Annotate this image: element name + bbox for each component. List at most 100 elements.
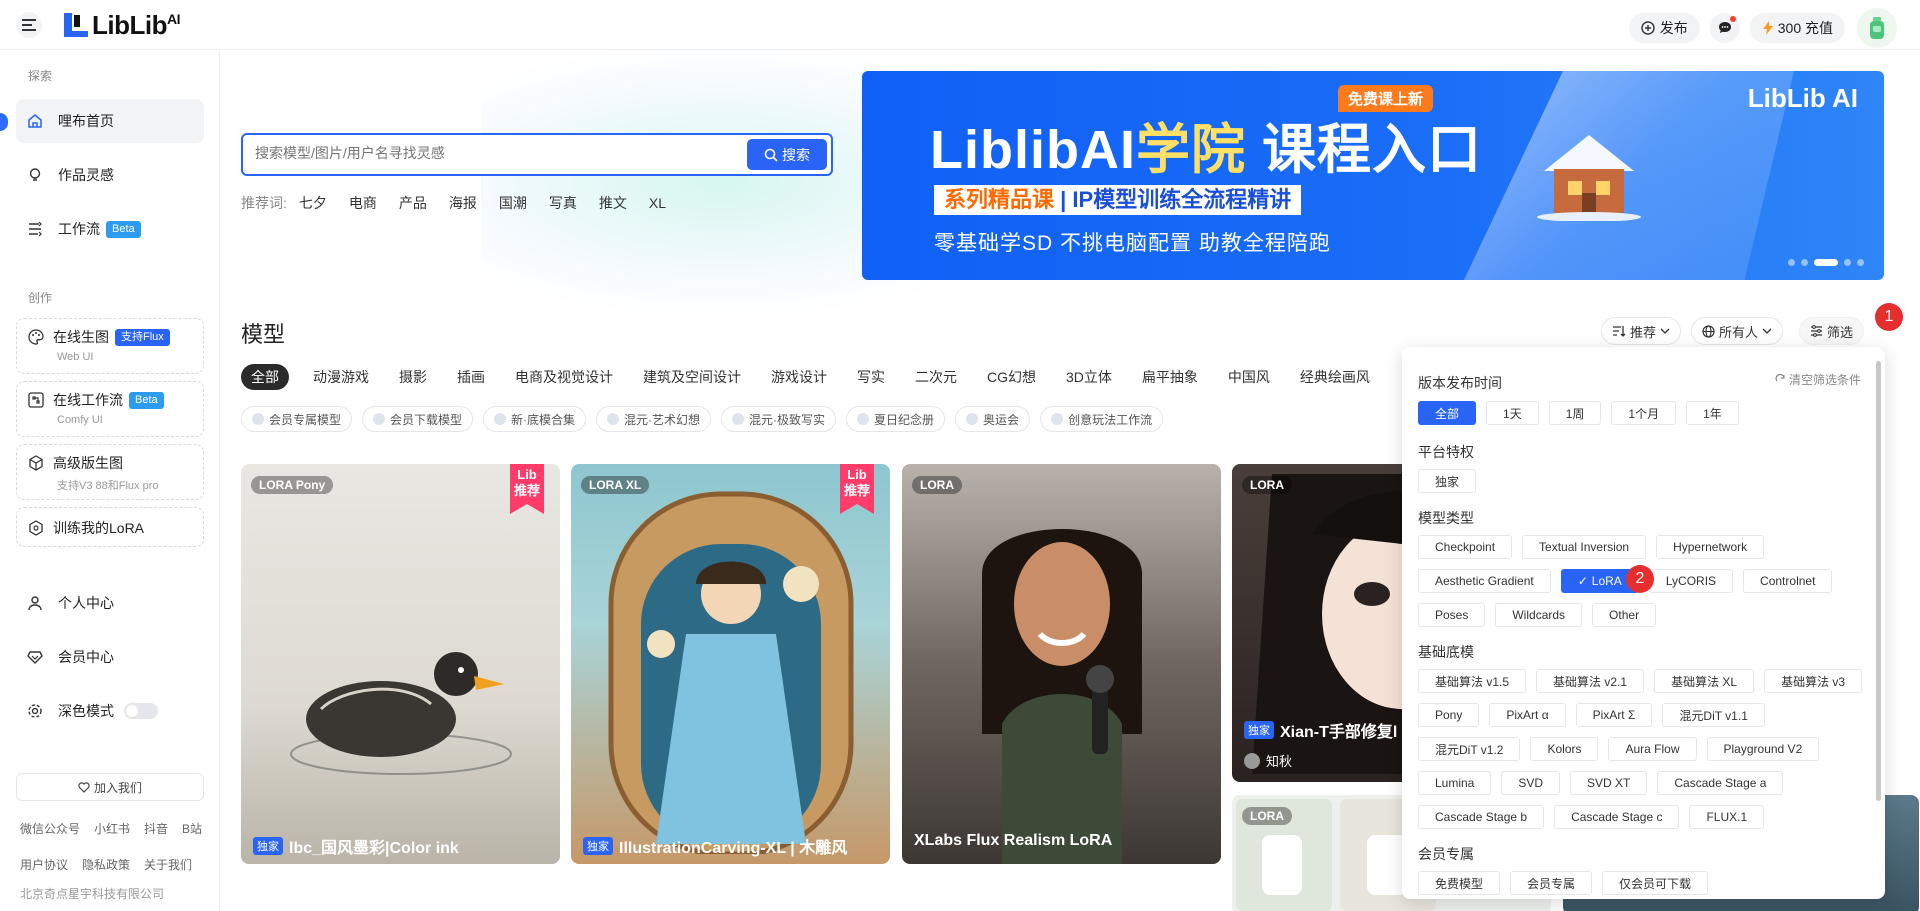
filter-option[interactable]: Other (1592, 603, 1657, 627)
filter-option[interactable]: Aura Flow (1608, 737, 1697, 761)
recommend-tag[interactable]: 产品 (399, 193, 427, 213)
topic-chip[interactable]: 混元·极致写实 (721, 406, 837, 432)
filter-option[interactable]: PixArt Σ (1575, 703, 1653, 727)
filter-option[interactable]: Cascade Stage b (1418, 805, 1545, 829)
banner-dot[interactable] (1801, 259, 1808, 266)
footer-link[interactable]: 隐私政策 (82, 856, 130, 873)
topic-chip[interactable]: 会员下载模型 (362, 406, 474, 432)
footer-link[interactable]: 微信公众号 (20, 820, 80, 837)
model-card[interactable]: LORA XL Lib 推荐 独家 IllustrationCarving-XL … (571, 464, 890, 864)
scope-dropdown[interactable]: 所有人 (1691, 317, 1784, 345)
filter-option[interactable]: 混元DiT v1.1 (1662, 703, 1765, 727)
filter-option[interactable]: 混元DiT v1.2 (1418, 737, 1521, 761)
filter-option[interactable]: 基础算法 XL (1654, 669, 1755, 693)
filter-option[interactable]: 1年 (1686, 401, 1739, 425)
message-button[interactable] (1709, 13, 1740, 43)
filter-button[interactable]: 筛选 (1799, 317, 1865, 345)
sidebar-item-personal[interactable]: 个人中心 (16, 581, 204, 625)
recommend-tag[interactable]: 海报 (449, 193, 477, 213)
category-tab-active[interactable]: 全部 (241, 364, 289, 390)
banner-dot[interactable] (1788, 259, 1795, 266)
filter-option[interactable]: Cascade Stage c (1554, 805, 1680, 829)
category-tab[interactable]: 写实 (857, 364, 885, 390)
banner-dot[interactable] (1857, 259, 1864, 266)
category-tab[interactable]: CG幻想 (987, 364, 1036, 390)
filter-option[interactable]: FLUX.1 (1689, 805, 1765, 829)
recommend-tag[interactable]: 国潮 (499, 193, 527, 213)
topic-chip[interactable]: 新·底模合集 (483, 406, 587, 432)
footer-link[interactable]: 用户协议 (20, 856, 68, 873)
publish-button[interactable]: 发布 (1628, 13, 1700, 43)
train-lora-card[interactable]: 训练我的LoRA (16, 507, 204, 547)
filter-option[interactable]: Hypernetwork (1656, 535, 1765, 559)
recommend-tag[interactable]: 电商 (349, 193, 377, 213)
sidebar-item-inspiration[interactable]: 作品灵感 (16, 153, 204, 197)
category-tab[interactable]: 插画 (457, 364, 485, 390)
menu-icon[interactable] (16, 12, 42, 38)
search-button[interactable]: 搜索 (747, 139, 827, 170)
filter-option[interactable]: Controlnet (1743, 569, 1833, 593)
recommend-tag[interactable]: 推文 (599, 193, 627, 213)
filter-option[interactable]: LyCORIS (1648, 569, 1734, 593)
sidebar-item-home[interactable]: 哩布首页 (16, 99, 204, 143)
recommend-tag[interactable]: 写真 (549, 193, 577, 213)
category-tab[interactable]: 3D立体 (1066, 364, 1112, 390)
model-card[interactable]: LORA XLabs Flux Realism LoRA (902, 464, 1221, 864)
dark-mode-toggle[interactable] (124, 703, 158, 719)
join-us-button[interactable]: 加入我们 (16, 773, 204, 801)
category-tab[interactable]: 经典绘画风 (1300, 364, 1370, 390)
recommend-tag[interactable]: XL (649, 195, 666, 211)
filter-option[interactable]: 基础算法 v2.1 (1536, 669, 1645, 693)
footer-link[interactable]: 抖音 (144, 820, 168, 837)
filter-option-selected[interactable]: 全部 (1418, 401, 1477, 425)
logo[interactable]: LibLib AI (62, 10, 180, 40)
filter-option[interactable]: 基础算法 v1.5 (1418, 669, 1527, 693)
topic-chip[interactable]: 创意玩法工作流 (1040, 406, 1164, 432)
filter-option[interactable]: 1周 (1548, 401, 1602, 425)
filter-option[interactable]: 会员专属 (1510, 871, 1593, 895)
sidebar-item-member[interactable]: 会员中心 (16, 635, 204, 679)
filter-option[interactable]: 仅会员可下载 (1602, 871, 1709, 895)
category-tab[interactable]: 建筑及空间设计 (643, 364, 741, 390)
filter-option[interactable]: 1个月 (1611, 401, 1677, 425)
banner-dot-active[interactable] (1814, 259, 1838, 266)
filter-option[interactable]: SVD (1501, 771, 1561, 795)
footer-link[interactable]: 小红书 (94, 820, 130, 837)
filter-option[interactable]: Kolors (1530, 737, 1599, 761)
footer-link[interactable]: B站 (182, 820, 202, 837)
category-tab[interactable]: 二次元 (915, 364, 957, 390)
topic-chip[interactable]: 夏日纪念册 (846, 406, 946, 432)
filter-option[interactable]: 独家 (1418, 469, 1477, 493)
filter-option[interactable]: Aesthetic Gradient (1418, 569, 1551, 593)
filter-option[interactable]: Lumina (1418, 771, 1492, 795)
promo-banner[interactable]: 免费课上新 LiblibAI学院 课程入口 系列精品课 | IP模型训练全流程精… (862, 71, 1884, 280)
category-tab[interactable]: 扁平抽象 (1142, 364, 1198, 390)
clear-filters-button[interactable]: 清空筛选条件 (1775, 371, 1861, 388)
recommend-tag[interactable]: 七夕 (299, 193, 327, 213)
filter-option[interactable]: Cascade Stage a (1657, 771, 1784, 795)
online-workflow-card[interactable]: 在线工作流 Beta Comfy UI (16, 381, 204, 437)
sidebar-item-workflow[interactable]: 工作流 Beta (16, 207, 204, 251)
topic-chip[interactable]: 奥运会 (955, 406, 1031, 432)
topic-chip[interactable]: 会员专属模型 (241, 406, 353, 432)
avatar[interactable] (1857, 8, 1897, 48)
advanced-generate-card[interactable]: 高级版生图 支持V3 88和Flux pro (16, 444, 204, 500)
filter-option[interactable]: PixArt α (1489, 703, 1566, 727)
category-tab[interactable]: 电商及视觉设计 (515, 364, 613, 390)
filter-option[interactable]: 基础算法 v3 (1764, 669, 1863, 693)
category-tab[interactable]: 游戏设计 (771, 364, 827, 390)
topic-chip[interactable]: 混元·艺术幻想 (596, 406, 712, 432)
search-input[interactable] (255, 145, 735, 161)
sidebar-item-dark-mode[interactable]: 深色模式 (16, 689, 204, 733)
recharge-button[interactable]: 300 充值 (1749, 13, 1845, 43)
filter-option[interactable]: Playground V2 (1706, 737, 1820, 761)
filter-option[interactable]: 免费模型 (1418, 871, 1501, 895)
filter-option[interactable]: Wildcards (1495, 603, 1583, 627)
filter-scrollbar[interactable] (1876, 361, 1881, 801)
filter-option[interactable]: Checkpoint (1418, 535, 1513, 559)
filter-option[interactable]: Pony (1418, 703, 1480, 727)
footer-link[interactable]: 关于我们 (144, 856, 192, 873)
sort-dropdown[interactable]: 推荐 (1601, 317, 1682, 345)
banner-dot[interactable] (1844, 259, 1851, 266)
filter-option[interactable]: 1天 (1486, 401, 1539, 425)
